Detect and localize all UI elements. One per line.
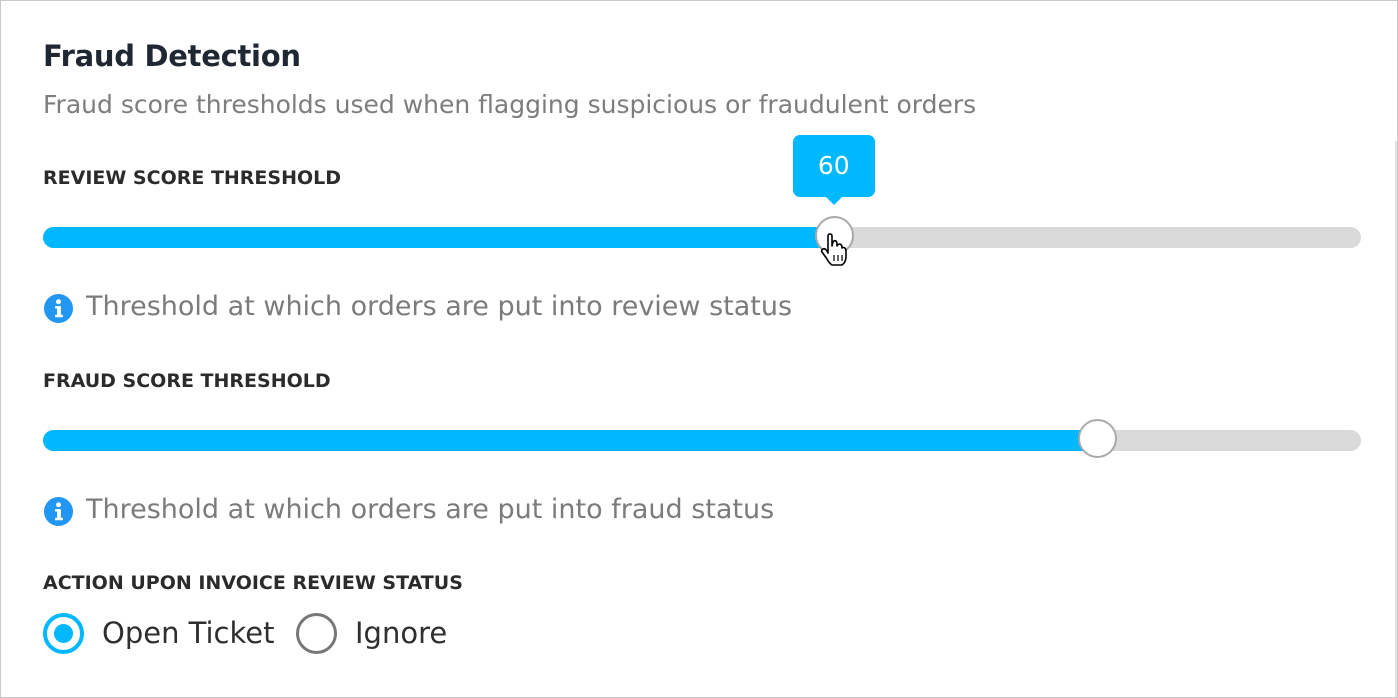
slider-value-tooltip: 60 [792,135,875,205]
radio-label[interactable]: Open Ticket [102,611,274,655]
info-icon [43,293,74,324]
help-text: Threshold at which orders are put into f… [86,494,775,525]
info-icon [43,496,74,527]
slider-thumb[interactable] [1078,419,1118,458]
section-title: Fraud Detection [43,39,301,73]
section-subtitle: Fraud score thresholds used when flaggin… [43,90,977,119]
fraud-detection-panel: Fraud Detection Fraud score thresholds u… [0,0,1398,698]
scrollbar[interactable] [1395,141,1397,697]
hand-cursor-icon [820,233,847,266]
fraud-threshold-label: FRAUD SCORE THRESHOLD [43,370,331,392]
slider-fill [43,430,1098,451]
fraud-threshold-slider[interactable] [43,419,1361,458]
help-text: Threshold at which orders are put into r… [86,291,793,322]
invoice-action-label: ACTION UPON INVOICE REVIEW STATUS [43,572,463,594]
radio-label[interactable]: Ignore [355,611,447,655]
review-threshold-label: REVIEW SCORE THRESHOLD [43,167,342,189]
radio-button-unchecked[interactable] [296,613,337,654]
slider-fill [43,227,834,248]
review-threshold-slider[interactable]: 60 [43,135,1361,255]
radio-button-checked[interactable] [43,613,84,654]
